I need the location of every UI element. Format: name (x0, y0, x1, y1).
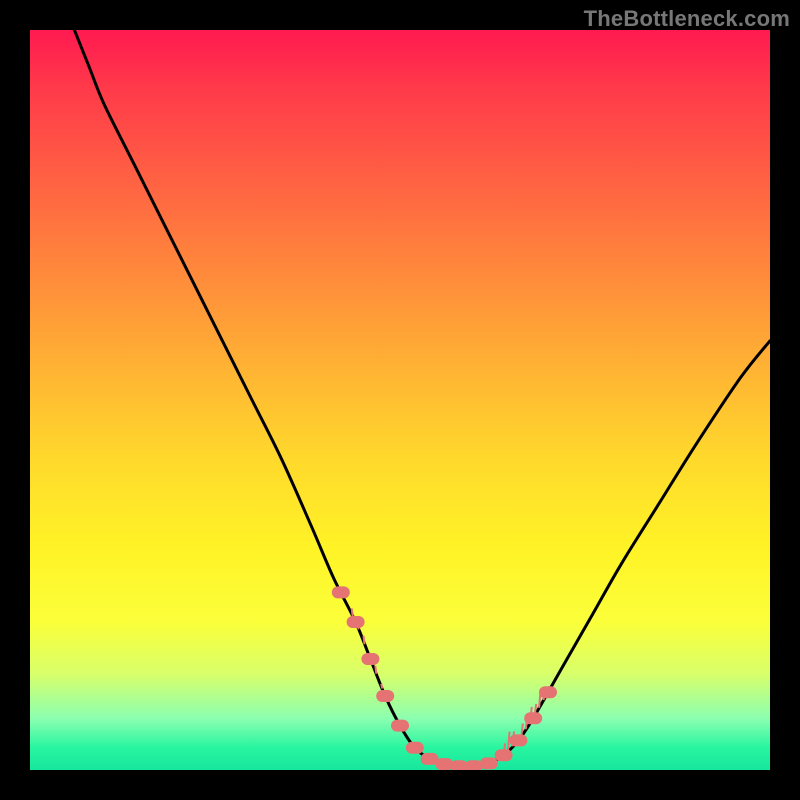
watermark-text: TheBottleneck.com (584, 6, 790, 32)
bottleneck-curve (74, 30, 770, 767)
chart-frame: TheBottleneck.com (0, 0, 800, 800)
overlay-svg (30, 30, 770, 770)
marker-dots (332, 586, 557, 770)
plot-area (30, 30, 770, 770)
hatch-marks (352, 608, 550, 755)
